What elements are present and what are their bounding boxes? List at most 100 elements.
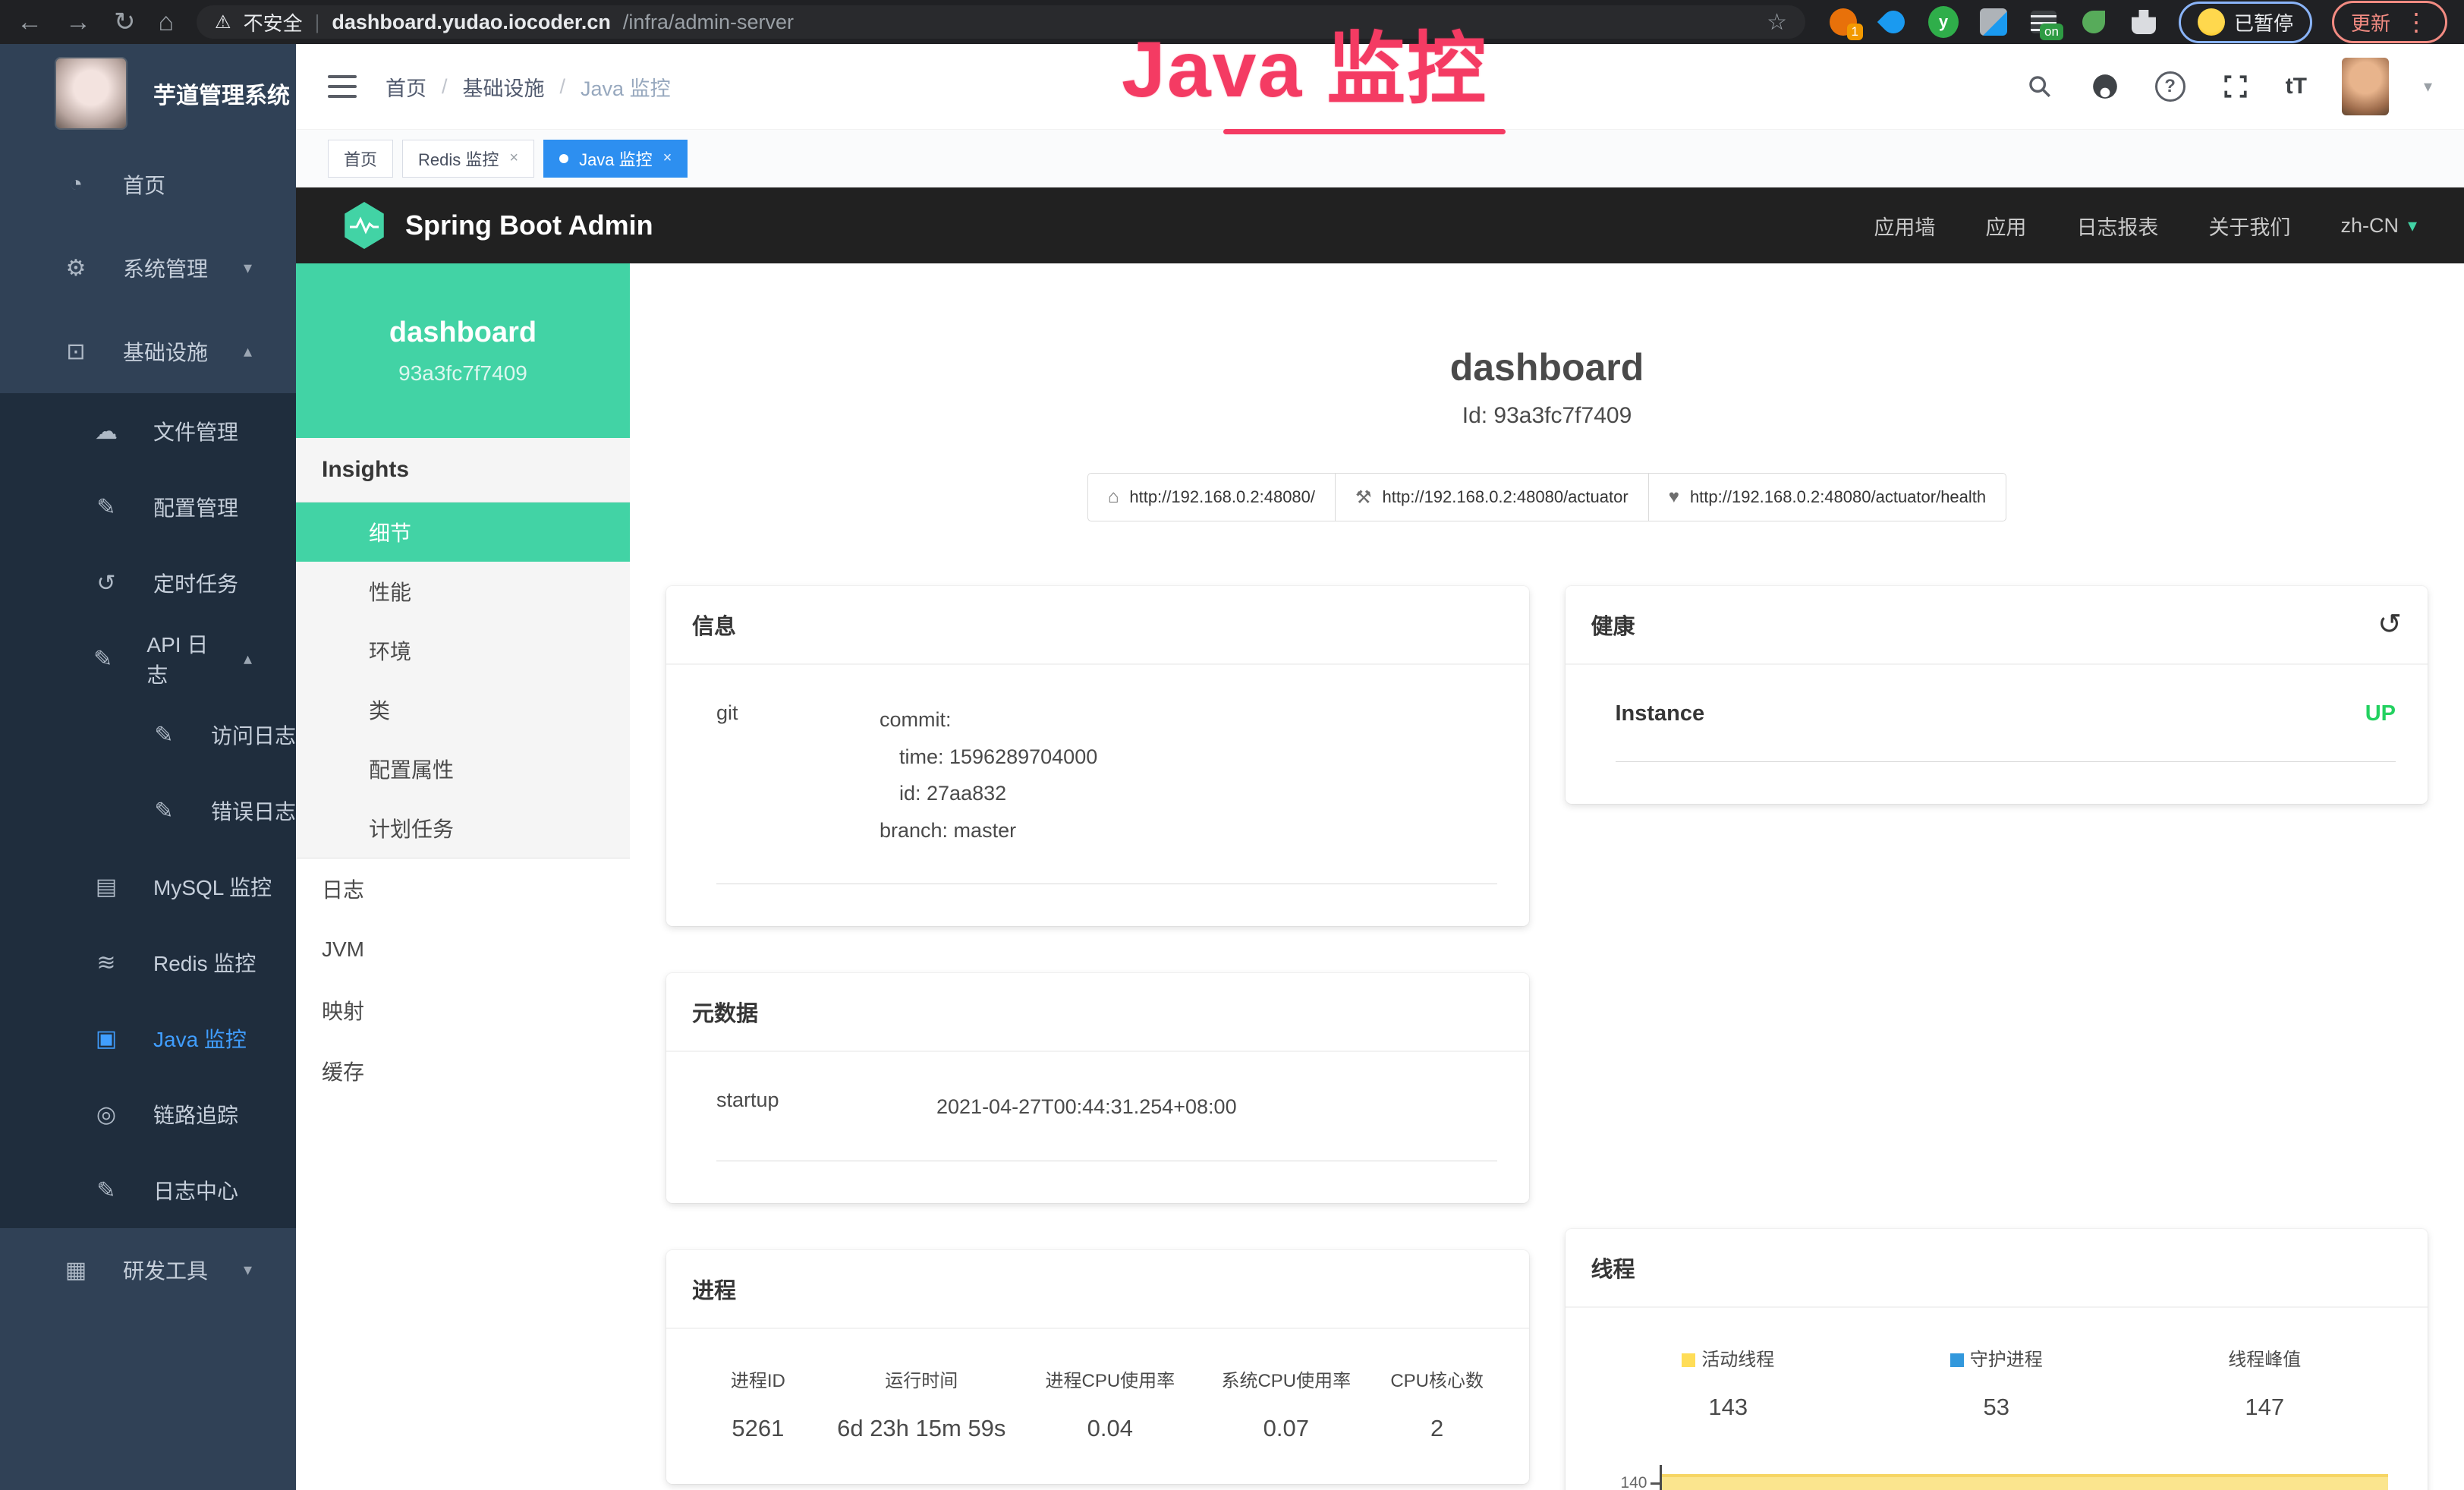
legend-peak-threads: 线程峰值 147	[2131, 1344, 2399, 1421]
kebab-menu-icon[interactable]: ⋮	[2404, 8, 2428, 36]
sidebar-item-file-manage[interactable]: ☁ 文件管理	[0, 393, 296, 469]
sidebar-item-config-manage[interactable]: ✎ 配置管理	[0, 469, 296, 545]
url-path[interactable]: /infra/admin-server	[623, 11, 794, 34]
security-label[interactable]: 不安全	[244, 8, 303, 36]
sba-item-classes[interactable]: 类	[296, 680, 630, 739]
extension-leaf-icon[interactable]	[2079, 7, 2109, 37]
actuator-url-button[interactable]: ⚒ http://192.168.0.2:48080/actuator	[1335, 473, 1649, 521]
history-icon[interactable]: ↺	[2377, 610, 2402, 639]
fullscreen-icon[interactable]	[2220, 71, 2251, 102]
sidebar-item-system[interactable]: ⚙ 系统管理 ▾	[0, 226, 296, 310]
sidebar-item-label: 链路追踪	[153, 1099, 238, 1129]
metadata-key: startup	[716, 1088, 936, 1126]
paused-label: 已暂停	[2234, 8, 2293, 36]
close-icon[interactable]: ×	[509, 150, 518, 167]
legend-blue-swatch	[1950, 1353, 1964, 1367]
log-edit-icon: ✎	[149, 798, 179, 824]
sidebar-item-scheduled-jobs[interactable]: ↺ 定时任务	[0, 545, 296, 621]
y-tickmark	[1651, 1482, 1660, 1485]
sba-item-environment[interactable]: 环境	[296, 621, 630, 680]
infra-submenu: ☁ 文件管理 ✎ 配置管理 ↺ 定时任务 ✎ API 日志 ▴	[0, 393, 296, 1228]
sidebar-item-java-monitor[interactable]: ▣ Java 监控	[0, 1000, 296, 1076]
sba-nav-journal[interactable]: 日志报表	[2076, 211, 2158, 241]
address-bar[interactable]: ⚠ 不安全 | dashboard.yudao.iocoder.cn /infr…	[197, 5, 1805, 39]
service-url-button[interactable]: ⌂ http://192.168.0.2:48080/	[1087, 473, 1336, 521]
sba-instance-header[interactable]: dashboard 93a3fc7f7409	[296, 263, 630, 438]
sidebar-item-tracing[interactable]: ◎ 链路追踪	[0, 1076, 296, 1152]
sba-item-config-props[interactable]: 配置属性	[296, 739, 630, 799]
sba-logo-icon[interactable]	[343, 202, 385, 249]
edit-icon: ✎	[91, 494, 121, 521]
sba-item-jvm[interactable]: JVM	[296, 919, 630, 980]
sidebar-item-redis-monitor[interactable]: ≋ Redis 监控	[0, 925, 296, 1000]
breadcrumb-infra[interactable]: 基础设施	[463, 72, 545, 102]
legend-value: 53	[1862, 1394, 2131, 1421]
sba-nav-links: 应用墙 应用 日志报表 关于我们 zh-CN ▾	[1874, 211, 2417, 241]
chevron-up-icon: ▴	[244, 342, 252, 361]
close-icon[interactable]: ×	[663, 150, 672, 167]
user-avatar[interactable]	[2342, 58, 2389, 115]
sidebar-item-dev-tools[interactable]: ▦ 研发工具 ▾	[0, 1228, 296, 1312]
sidebar-item-error-log[interactable]: ✎ 错误日志	[0, 773, 296, 849]
database-icon: ▤	[91, 874, 121, 900]
health-url-button[interactable]: ♥ http://192.168.0.2:48080/actuator/heal…	[1648, 473, 2006, 521]
annotation-text: Java 监控	[1122, 5, 1487, 119]
sidebar-item-home[interactable]: ◔ 首页	[0, 143, 296, 226]
hamburger-icon[interactable]	[328, 75, 357, 98]
tab-label: 首页	[344, 146, 377, 171]
extension-orange-icon[interactable]: 1	[1828, 7, 1858, 37]
tab-redis-monitor[interactable]: Redis 监控 ×	[402, 140, 534, 178]
search-icon[interactable]	[2025, 71, 2055, 102]
sba-item-caches[interactable]: 缓存	[296, 1041, 630, 1101]
extension-puzzle-icon[interactable]	[2129, 7, 2159, 37]
browser-reload-icon[interactable]: ↻	[114, 9, 136, 35]
bookmark-star-icon[interactable]: ☆	[1767, 9, 1787, 36]
health-instance-row[interactable]: Instance UP	[1616, 701, 2396, 762]
sba-item-scheduled-tasks[interactable]: 计划任务	[296, 799, 630, 858]
java-monitor-icon: ▣	[91, 1025, 121, 1052]
sidebar-item-mysql-monitor[interactable]: ▤ MySQL 监控	[0, 849, 296, 925]
sba-language-select[interactable]: zh-CN ▾	[2340, 214, 2417, 238]
profile-paused-chip[interactable]: 已暂停	[2179, 2, 2312, 43]
sba-nav-about[interactable]: 关于我们	[2208, 211, 2290, 241]
git-branch-line: branch: master	[880, 812, 1097, 849]
extension-pin-icon[interactable]	[1878, 7, 1909, 37]
sidebar-item-access-log[interactable]: ✎ 访问日志	[0, 697, 296, 773]
sidebar-item-label: MySQL 监控	[153, 871, 272, 902]
sba-nav-wallboard[interactable]: 应用墙	[1874, 211, 1935, 241]
chevron-down-icon: ▾	[244, 258, 252, 278]
sba-item-mappings[interactable]: 映射	[296, 980, 630, 1041]
tab-home[interactable]: 首页	[328, 140, 393, 178]
legend-label: 线程峰值	[2228, 1350, 2301, 1370]
breadcrumb-home[interactable]: 首页	[385, 72, 426, 102]
health-key: Instance	[1616, 701, 1705, 726]
sba-item-details[interactable]: 细节	[296, 502, 630, 562]
sba-brand[interactable]: Spring Boot Admin	[405, 209, 653, 241]
sba-item-logs[interactable]: 日志	[296, 858, 630, 919]
avatar-caret-icon[interactable]: ▾	[2424, 77, 2432, 96]
tab-java-monitor[interactable]: Java 监控 ×	[543, 140, 688, 178]
browser-back-icon[interactable]: ←	[17, 9, 42, 35]
browser-home-icon[interactable]: ⌂	[159, 9, 175, 35]
monitor-chart-icon: ⊡	[61, 339, 91, 365]
extension-green-y-icon[interactable]: y	[1928, 7, 1959, 37]
sidebar-item-log-center[interactable]: ✎ 日志中心	[0, 1152, 296, 1228]
sba-item-metrics[interactable]: 性能	[296, 562, 630, 621]
font-size-icon[interactable]: tT	[2286, 74, 2307, 99]
sidebar-item-infra[interactable]: ⊡ 基础设施 ▴	[0, 310, 296, 393]
view-tabs-bar: 首页 Redis 监控 × Java 监控 ×	[296, 130, 2464, 187]
toolbox-icon: ▦	[61, 1257, 91, 1284]
sidebar-item-api-log[interactable]: ✎ API 日志 ▴	[0, 621, 296, 697]
browser-forward-icon[interactable]: →	[65, 9, 91, 35]
extensions-area: 1 y on 已暂停	[1828, 1, 2447, 43]
tab-label: Java 监控	[579, 146, 653, 171]
system-cpu: 系统CPU使用率 0.07	[1198, 1366, 1374, 1442]
browser-update-button[interactable]: 更新 ⋮	[2332, 1, 2447, 43]
github-icon[interactable]	[2090, 71, 2120, 102]
heartbeat-icon: ♥	[1669, 487, 1679, 508]
url-host[interactable]: dashboard.yudao.iocoder.cn	[332, 11, 611, 34]
extension-grid-icon[interactable]	[1978, 7, 2009, 37]
help-icon[interactable]: ?	[2155, 71, 2186, 102]
sba-nav-applications[interactable]: 应用	[1985, 211, 2026, 241]
extension-list-on-icon[interactable]: on	[2028, 7, 2059, 37]
